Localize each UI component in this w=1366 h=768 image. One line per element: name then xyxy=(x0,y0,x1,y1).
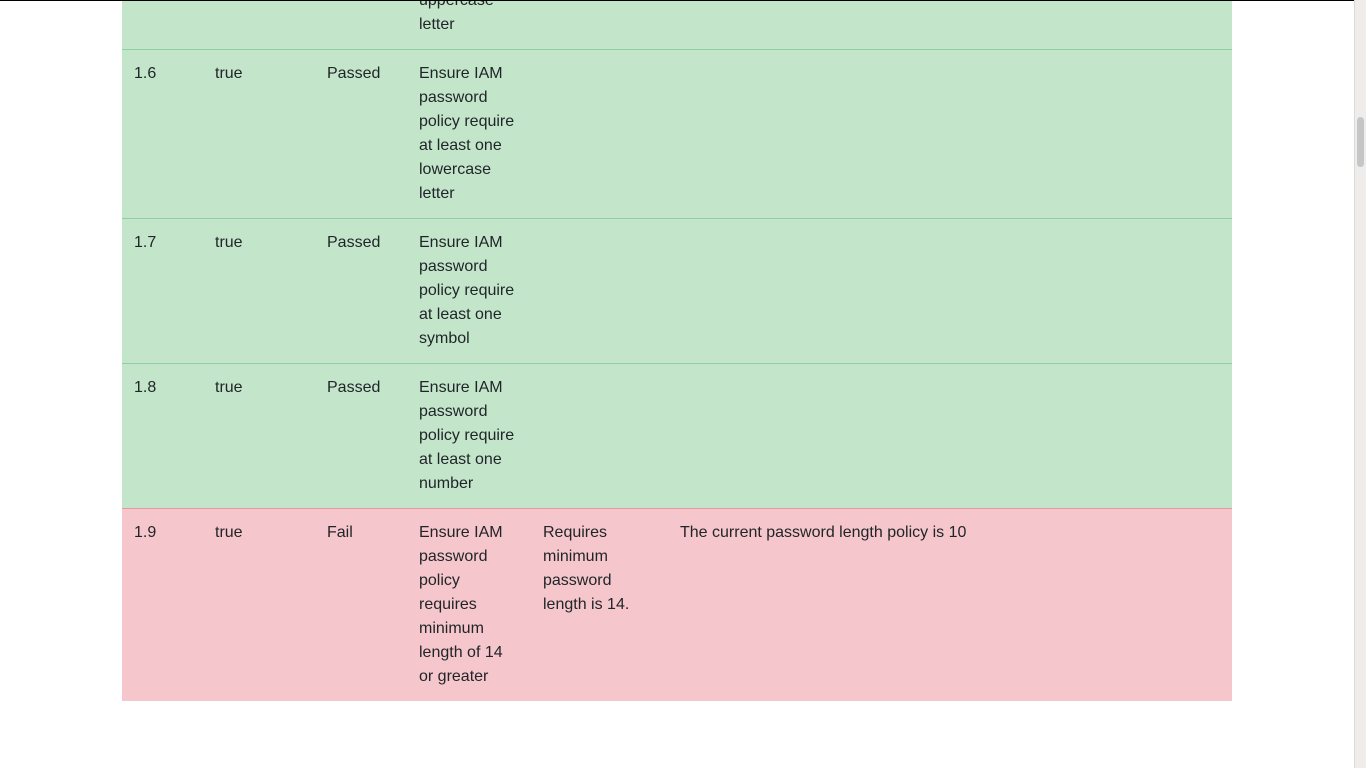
remediation-cell: Requires minimum password length is 14. xyxy=(531,508,668,701)
remediation-cell xyxy=(531,218,668,364)
window-top-edge xyxy=(0,0,1354,1)
remediation-cell xyxy=(531,49,668,219)
control-id-cell: 1.8 xyxy=(122,363,203,509)
description-cell: Ensure IAM password policy require at le… xyxy=(407,218,531,364)
remediation-cell xyxy=(531,363,668,509)
description-cell: Ensure IAM password policy require at le… xyxy=(407,49,531,219)
table-row: 1.5 true Passed Ensure IAM password poli… xyxy=(122,0,1232,50)
description-cell: Ensure IAM password policy requires at l… xyxy=(407,0,531,50)
details-cell xyxy=(668,218,1232,364)
table-row: 1.9 true Fail Ensure IAM password policy… xyxy=(122,508,1232,701)
control-id-cell: 1.6 xyxy=(122,49,203,219)
scored-cell: true xyxy=(203,0,315,50)
remediation-cell xyxy=(531,0,668,50)
result-cell: Fail xyxy=(315,508,407,701)
description-cell: Ensure IAM password policy require at le… xyxy=(407,363,531,509)
control-id-cell: 1.5 xyxy=(122,0,203,50)
result-cell: Passed xyxy=(315,363,407,509)
scrollbar-thumb[interactable] xyxy=(1357,117,1364,167)
details-cell xyxy=(668,363,1232,509)
result-cell: Passed xyxy=(315,0,407,50)
details-cell: The current password length policy is 10 xyxy=(668,508,1232,701)
vertical-scrollbar[interactable] xyxy=(1354,0,1366,768)
scored-cell: true xyxy=(203,363,315,509)
page-content: 1.5 true Passed Ensure IAM password poli… xyxy=(0,0,1354,768)
result-cell: Passed xyxy=(315,218,407,364)
description-cell: Ensure IAM password policy requires mini… xyxy=(407,508,531,701)
control-id-cell: 1.9 xyxy=(122,508,203,701)
scored-cell: true xyxy=(203,49,315,219)
scored-cell: true xyxy=(203,218,315,364)
details-cell xyxy=(668,49,1232,219)
details-cell xyxy=(668,0,1232,50)
benchmark-results-table-wrapper: 1.5 true Passed Ensure IAM password poli… xyxy=(122,0,1232,701)
table-row: 1.6 true Passed Ensure IAM password poli… xyxy=(122,49,1232,219)
control-id-cell: 1.7 xyxy=(122,218,203,364)
table-row: 1.8 true Passed Ensure IAM password poli… xyxy=(122,363,1232,509)
table-row: 1.7 true Passed Ensure IAM password poli… xyxy=(122,218,1232,364)
result-cell: Passed xyxy=(315,49,407,219)
benchmark-results-table: 1.5 true Passed Ensure IAM password poli… xyxy=(122,0,1232,701)
scored-cell: true xyxy=(203,508,315,701)
